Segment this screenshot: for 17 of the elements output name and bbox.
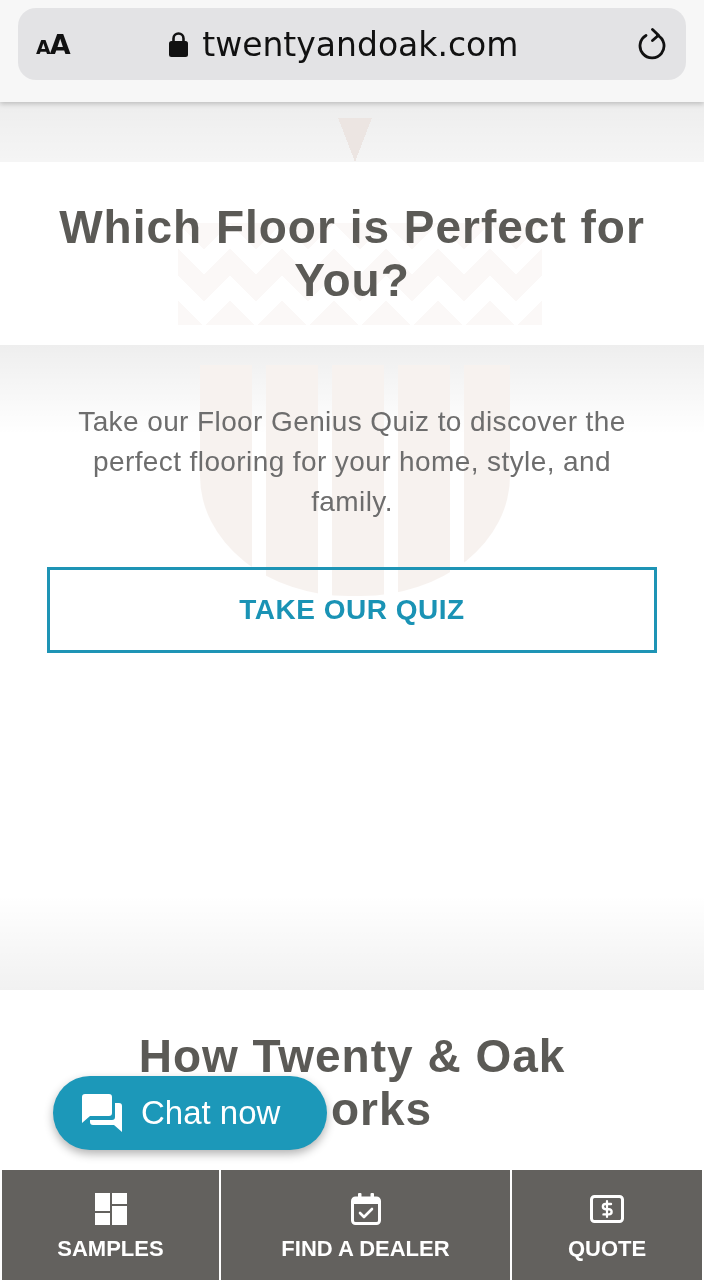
reload-icon[interactable] (638, 28, 668, 60)
dollar-bill-icon (590, 1193, 624, 1225)
url-text: twentyandoak.com (202, 24, 519, 64)
quiz-description: Take our Floor Genius Quiz to discover the perfect flooring for your home, style, and family. (77, 405, 627, 519)
chat-bubbles-icon (82, 1094, 122, 1132)
section-heading: Which Floor is Perfect for You? (58, 200, 646, 307)
text-size-button[interactable]: AA (36, 28, 70, 60)
nav-button[interactable]: SAMPLES (2, 1170, 219, 1280)
take-quiz-button[interactable]: TAKE OUR QUIZ (47, 567, 657, 653)
chat-now-button[interactable]: Chat now (53, 1076, 327, 1150)
calendar-check-icon (350, 1193, 381, 1225)
address-bar[interactable]: AA twentyandoak.com (18, 8, 686, 80)
lock-icon (169, 31, 189, 57)
section-heading: orks (331, 1083, 433, 1136)
nav-button[interactable]: QUOTE (512, 1170, 702, 1280)
nav-button[interactable]: FIND A DEALER (221, 1170, 510, 1280)
grid-icon (94, 1193, 127, 1225)
